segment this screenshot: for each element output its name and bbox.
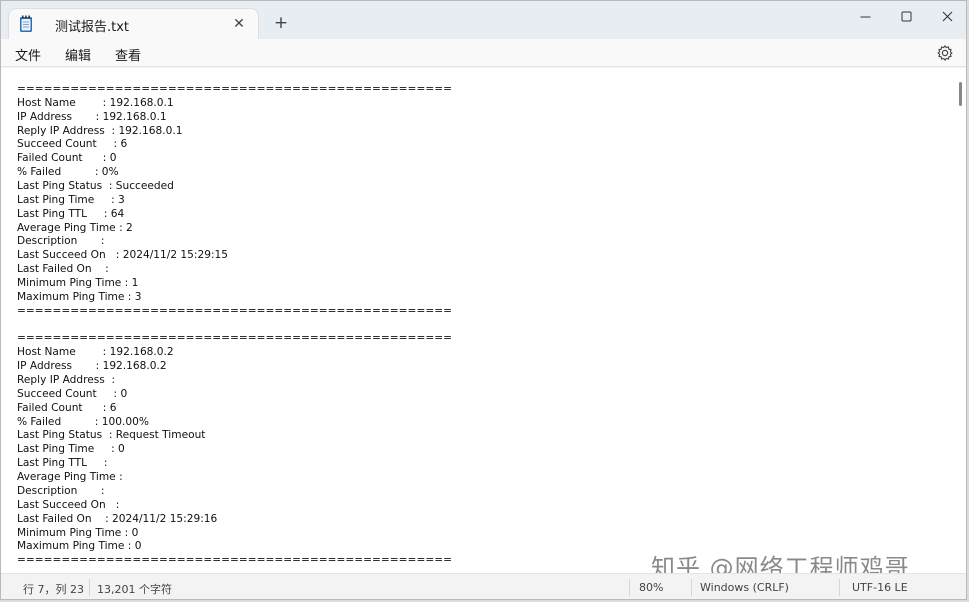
text-line[interactable]: Last Ping TTL : 64: [17, 208, 452, 222]
text-line[interactable]: Last Ping Time : 3: [17, 194, 452, 208]
status-divider: [691, 579, 692, 596]
minimize-icon: [860, 16, 870, 17]
text-line[interactable]: Failed Count : 0: [17, 152, 452, 166]
text-line[interactable]: Description :: [17, 235, 452, 249]
text-line[interactable]: Last Succeed On :: [17, 499, 452, 513]
maximize-icon: [901, 11, 911, 21]
title-bar[interactable]: 测试报告.txt ✕ +: [1, 1, 966, 39]
zoom-level[interactable]: 80%: [639, 581, 663, 594]
text-line[interactable]: Succeed Count : 6: [17, 138, 452, 152]
text-line[interactable]: Maximum Ping Time : 0: [17, 540, 452, 554]
text-line[interactable]: Host Name : 192.168.0.2: [17, 346, 452, 360]
text-line[interactable]: Last Failed On :: [17, 263, 452, 277]
tab-title: 测试报告.txt: [55, 20, 130, 35]
text-line[interactable]: Last Failed On : 2024/11/2 15:29:16: [17, 513, 452, 527]
line-ending[interactable]: Windows (CRLF): [700, 581, 789, 594]
text-line[interactable]: Failed Count : 6: [17, 402, 452, 416]
minimize-button[interactable]: [845, 3, 885, 29]
text-line[interactable]: % Failed : 0%: [17, 166, 452, 180]
vertical-scrollbar[interactable]: [959, 82, 962, 106]
text-line[interactable]: IP Address : 192.168.0.1: [17, 111, 452, 125]
status-divider: [629, 579, 630, 596]
text-line[interactable]: % Failed : 100.00%: [17, 416, 452, 430]
text-line[interactable]: IP Address : 192.168.0.2: [17, 360, 452, 374]
text-line[interactable]: Last Ping Time : 0: [17, 443, 452, 457]
close-icon: [942, 11, 952, 21]
text-line[interactable]: Average Ping Time : 2: [17, 222, 452, 236]
text-line[interactable]: Host Name : 192.168.0.1: [17, 97, 452, 111]
text-line[interactable]: Minimum Ping Time : 1: [17, 277, 452, 291]
status-bar: 行 7，列 23 13,201 个字符 80% Windows (CRLF) U…: [1, 573, 966, 599]
text-line[interactable]: Last Succeed On : 2024/11/2 15:29:15: [17, 249, 452, 263]
text-line[interactable]: Last Ping Status : Succeeded: [17, 180, 452, 194]
text-line[interactable]: Description :: [17, 485, 452, 499]
cursor-position: 行 7，列 23: [23, 583, 84, 596]
text-line[interactable]: ========================================…: [17, 83, 452, 97]
text-line[interactable]: [17, 319, 452, 333]
text-line[interactable]: Last Ping Status : Request Timeout: [17, 429, 452, 443]
watermark: 知乎 @网络工程师鸡哥: [651, 554, 910, 573]
new-tab-button[interactable]: +: [271, 13, 291, 33]
character-count: 13,201 个字符: [97, 583, 172, 596]
notepad-icon: [20, 15, 32, 32]
menu-view[interactable]: 查看: [115, 45, 141, 64]
text-line[interactable]: ========================================…: [17, 305, 452, 319]
text-line[interactable]: Maximum Ping Time : 3: [17, 291, 452, 305]
encoding[interactable]: UTF-16 LE: [852, 581, 908, 594]
close-window-button[interactable]: [927, 3, 966, 29]
text-line[interactable]: Last Ping TTL :: [17, 457, 452, 471]
gear-icon[interactable]: [936, 44, 954, 62]
tab-close-icon[interactable]: ✕: [230, 15, 248, 33]
text-line[interactable]: Average Ping Time :: [17, 471, 452, 485]
menu-file[interactable]: 文件: [15, 45, 41, 64]
status-divider: [89, 579, 90, 596]
maximize-button[interactable]: [886, 3, 926, 29]
document-tab[interactable]: 测试报告.txt ✕: [8, 8, 259, 39]
text-editor[interactable]: ========================================…: [1, 68, 966, 573]
text-line[interactable]: Minimum Ping Time : 0: [17, 527, 452, 541]
menu-edit[interactable]: 编辑: [65, 45, 91, 64]
text-line[interactable]: Reply IP Address : 192.168.0.1: [17, 125, 452, 139]
text-line[interactable]: Reply IP Address :: [17, 374, 452, 388]
document-text[interactable]: ========================================…: [17, 83, 452, 568]
text-line[interactable]: ========================================…: [17, 332, 452, 346]
status-divider: [839, 579, 840, 596]
menu-bar: 文件 编辑 查看: [1, 39, 966, 67]
text-line[interactable]: Succeed Count : 0: [17, 388, 452, 402]
notepad-window: 测试报告.txt ✕ + 文件 编辑 查看 ==================…: [0, 0, 967, 600]
text-line[interactable]: ========================================…: [17, 554, 452, 568]
